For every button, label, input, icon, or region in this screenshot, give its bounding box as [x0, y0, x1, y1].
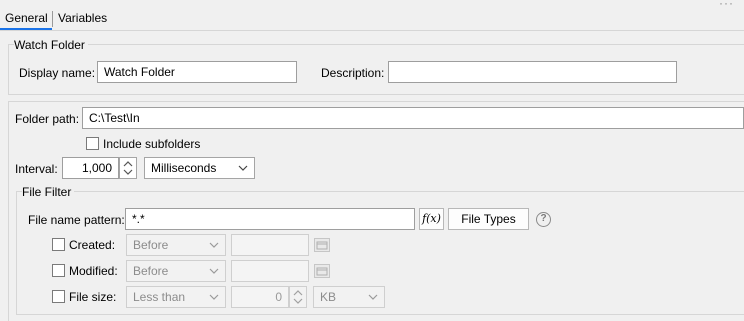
- file-filter-group-border-bottom: [16, 314, 744, 315]
- file-size-label[interactable]: File size:: [69, 289, 116, 305]
- watch-folder-group-border-bottom: [8, 94, 744, 95]
- file-filter-group-border-top: [16, 191, 744, 192]
- chevron-down-icon: [209, 294, 219, 300]
- tab-bar-divider: [0, 30, 744, 31]
- help-icon[interactable]: ?: [536, 212, 551, 227]
- watch-folder-group-border-top: [8, 44, 744, 45]
- display-name-input[interactable]: Watch Folder: [97, 61, 297, 83]
- created-date-input[interactable]: [231, 234, 309, 256]
- description-input[interactable]: [388, 61, 677, 83]
- watch-folder-group-border-left: [8, 44, 9, 94]
- modified-checkbox[interactable]: [52, 264, 65, 277]
- folder-path-label: Folder path:: [15, 112, 80, 126]
- modified-label[interactable]: Modified:: [69, 263, 118, 279]
- chevron-down-icon: [238, 165, 248, 171]
- modified-mode-select[interactable]: Before: [126, 260, 226, 282]
- calendar-icon[interactable]: [314, 264, 330, 278]
- file-size-mode-value: Less than: [133, 290, 186, 304]
- chevron-down-icon: [209, 268, 219, 274]
- folder-path-input[interactable]: C:\Test\In: [82, 107, 744, 129]
- modified-mode-value: Before: [133, 264, 169, 278]
- tab-variables[interactable]: Variables: [58, 10, 107, 28]
- calendar-icon[interactable]: [314, 238, 330, 252]
- created-mode-value: Before: [133, 238, 169, 252]
- file-size-mode-select[interactable]: Less than: [126, 286, 226, 308]
- file-size-spinner[interactable]: [289, 286, 307, 308]
- interval-input[interactable]: 1,000: [62, 157, 119, 179]
- file-size-unit-value: KB: [320, 290, 337, 304]
- tab-separator: [52, 11, 53, 27]
- file-types-button[interactable]: File Types: [448, 208, 529, 230]
- modified-date-input[interactable]: [231, 260, 309, 282]
- include-subfolders-checkbox[interactable]: [86, 137, 99, 150]
- spinner-arrows-icon: [293, 290, 303, 304]
- file-filter-group-title: File Filter: [22, 185, 75, 199]
- chevron-down-icon: [368, 294, 378, 300]
- file-name-pattern-label: File name pattern:: [28, 213, 125, 227]
- interval-label: Interval:: [15, 162, 58, 176]
- tab-general[interactable]: General: [5, 10, 48, 28]
- spinner-arrows-icon: [123, 161, 133, 175]
- file-size-checkbox[interactable]: [52, 290, 65, 303]
- created-mode-select[interactable]: Before: [126, 234, 226, 256]
- file-size-unit-select[interactable]: KB: [313, 286, 385, 308]
- file-filter-group-border-left: [16, 191, 17, 314]
- file-size-input[interactable]: 0: [231, 286, 289, 308]
- interval-spinner[interactable]: [119, 157, 137, 179]
- display-name-label: Display name:: [19, 66, 96, 80]
- interval-unit-value: Milliseconds: [151, 161, 217, 175]
- settings-group-border-top: [8, 101, 744, 102]
- include-subfolders-label[interactable]: Include subfolders: [103, 136, 200, 152]
- created-label[interactable]: Created:: [69, 237, 115, 253]
- description-label: Description:: [321, 66, 385, 80]
- created-checkbox[interactable]: [52, 238, 65, 251]
- settings-group-border-left: [8, 101, 9, 321]
- chevron-down-icon: [209, 242, 219, 248]
- function-editor-button[interactable]: f(x): [419, 208, 444, 230]
- interval-unit-select[interactable]: Milliseconds: [144, 157, 255, 179]
- file-name-pattern-input[interactable]: *.*: [125, 208, 415, 230]
- more-options-icon[interactable]: ···: [719, 0, 734, 10]
- watch-folder-group-title: Watch Folder: [14, 38, 88, 52]
